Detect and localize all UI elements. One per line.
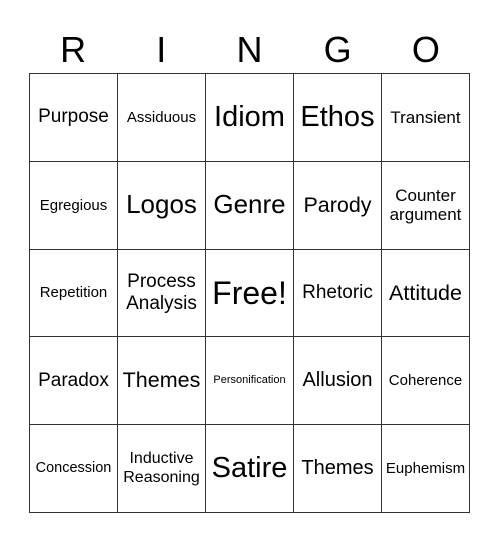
bingo-cell[interactable]: Rhetoric bbox=[294, 249, 382, 338]
bingo-cell[interactable]: Process Analysis bbox=[118, 249, 206, 338]
header-letter-r: R bbox=[60, 29, 87, 70]
header-letter-g: G bbox=[323, 29, 352, 70]
bingo-cell[interactable]: Assiduous bbox=[118, 74, 206, 162]
bingo-board: Purpose Assiduous Idiom Ethos Transient … bbox=[29, 73, 470, 513]
bingo-cell[interactable]: Ethos bbox=[294, 74, 382, 162]
bingo-cell[interactable]: Attitude bbox=[382, 249, 470, 338]
bingo-cell[interactable]: Allusion bbox=[294, 337, 382, 426]
bingo-cell[interactable]: Themes bbox=[294, 425, 382, 513]
bingo-cell[interactable]: Parody bbox=[294, 161, 382, 250]
header-letter-i: I bbox=[156, 29, 167, 70]
bingo-cell[interactable]: Euphemism bbox=[382, 425, 470, 513]
bingo-cell[interactable]: Personification bbox=[206, 337, 294, 426]
bingo-cell[interactable]: Inductive Reasoning bbox=[118, 425, 206, 513]
bingo-cell[interactable]: Logos bbox=[118, 161, 206, 250]
header-letter-o: O bbox=[411, 29, 440, 70]
header-letter-n: N bbox=[236, 29, 263, 70]
bingo-cell[interactable]: Repetition bbox=[30, 249, 118, 338]
bingo-cell[interactable]: Genre bbox=[206, 161, 294, 250]
bingo-cell[interactable]: Counter argument bbox=[382, 161, 470, 250]
bingo-cell[interactable]: Satire bbox=[206, 425, 294, 513]
bingo-cell[interactable]: Purpose bbox=[30, 74, 118, 162]
bingo-cell[interactable]: Concession bbox=[30, 425, 118, 513]
bingo-cell[interactable]: Paradox bbox=[30, 337, 118, 426]
bingo-header: R I N G O bbox=[29, 28, 470, 72]
bingo-cell[interactable]: Transient bbox=[382, 74, 470, 162]
bingo-cell[interactable]: Egregious bbox=[30, 161, 118, 250]
bingo-cell[interactable]: Themes bbox=[118, 337, 206, 426]
bingo-cell[interactable]: Idiom bbox=[206, 74, 294, 162]
bingo-cell[interactable]: Coherence bbox=[382, 337, 470, 426]
free-space-cell[interactable]: Free! bbox=[206, 249, 294, 338]
